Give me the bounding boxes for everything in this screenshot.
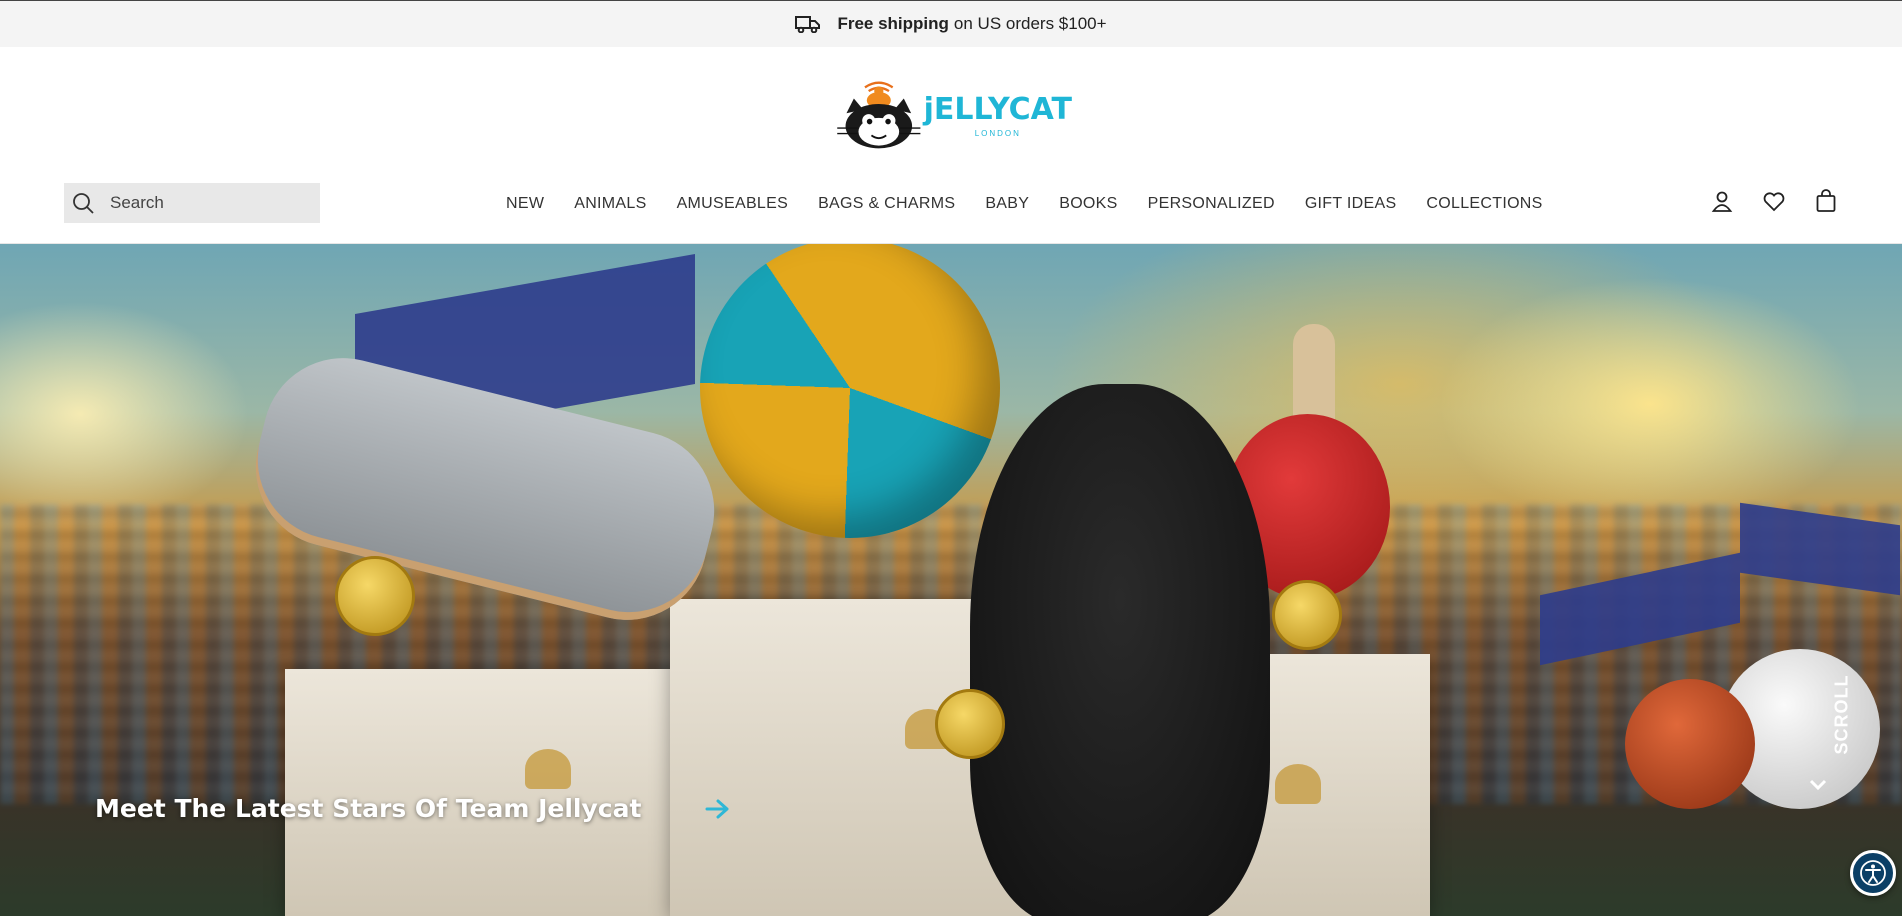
brand-subtitle: LONDON	[974, 128, 1021, 138]
scroll-label: SCROLL	[1831, 674, 1852, 755]
account-icon[interactable]	[1710, 189, 1734, 213]
nav-item-baby[interactable]: BABY	[985, 195, 1029, 213]
hero-headline[interactable]: Meet The Latest Stars Of Team Jellycat	[95, 794, 641, 823]
scroll-indicator[interactable]: SCROLL	[1800, 674, 1852, 804]
nav-item-collections[interactable]: COLLECTIONS	[1426, 195, 1542, 213]
accessibility-icon	[1860, 860, 1886, 886]
hero-medal-skate	[335, 556, 415, 636]
cat-logo-icon	[837, 81, 921, 149]
search-input[interactable]	[110, 193, 310, 213]
cart-bag-icon[interactable]	[1814, 189, 1838, 213]
nav-item-amuseables[interactable]: AMUSEABLES	[677, 195, 788, 213]
hero-volleyball-plush	[700, 244, 1000, 538]
header-actions	[1710, 189, 1838, 213]
chevron-down-icon	[1809, 779, 1827, 791]
nav-item-new[interactable]: NEW	[506, 195, 544, 213]
search-icon	[73, 193, 94, 214]
hero-caption[interactable]: Meet The Latest Stars Of Team Jellycat	[95, 794, 731, 823]
hero-medal-cat	[935, 689, 1005, 759]
truck-icon	[795, 16, 821, 33]
hero-basketball	[1625, 679, 1755, 809]
announcement-text: on US orders $100+	[953, 14, 1107, 33]
nav-item-personalized[interactable]: PERSONALIZED	[1148, 195, 1275, 213]
search-box[interactable]	[64, 183, 320, 223]
announcement-bold: Free shipping	[837, 14, 949, 33]
brand-name: jELLYCAT	[923, 91, 1072, 127]
main-nav: NEW ANIMALS AMUSEABLES BAGS & CHARMS BAB…	[506, 190, 1573, 218]
nav-item-bags-charms[interactable]: BAGS & CHARMS	[818, 195, 955, 213]
accessibility-button[interactable]	[1850, 850, 1896, 896]
hero-cat-plush	[970, 384, 1270, 916]
hero-medal-paddle	[1272, 580, 1342, 650]
nav-item-animals[interactable]: ANIMALS	[574, 195, 646, 213]
nav-item-books[interactable]: BOOKS	[1059, 195, 1117, 213]
wishlist-heart-icon[interactable]	[1762, 189, 1786, 213]
arrow-right-icon[interactable]	[705, 798, 731, 820]
hero-banner[interactable]: Meet The Latest Stars Of Team Jellycat S…	[0, 244, 1902, 916]
announcement-bar: Free shipping on US orders $100+	[0, 0, 1902, 47]
nav-item-gift-ideas[interactable]: GIFT IDEAS	[1305, 195, 1397, 213]
site-header: jELLYCAT LONDON NEW ANIMALS AMUSEABLES B…	[0, 47, 1902, 244]
hero-podium-left	[285, 669, 705, 916]
brand-logo[interactable]: jELLYCAT LONDON	[828, 77, 1072, 155]
